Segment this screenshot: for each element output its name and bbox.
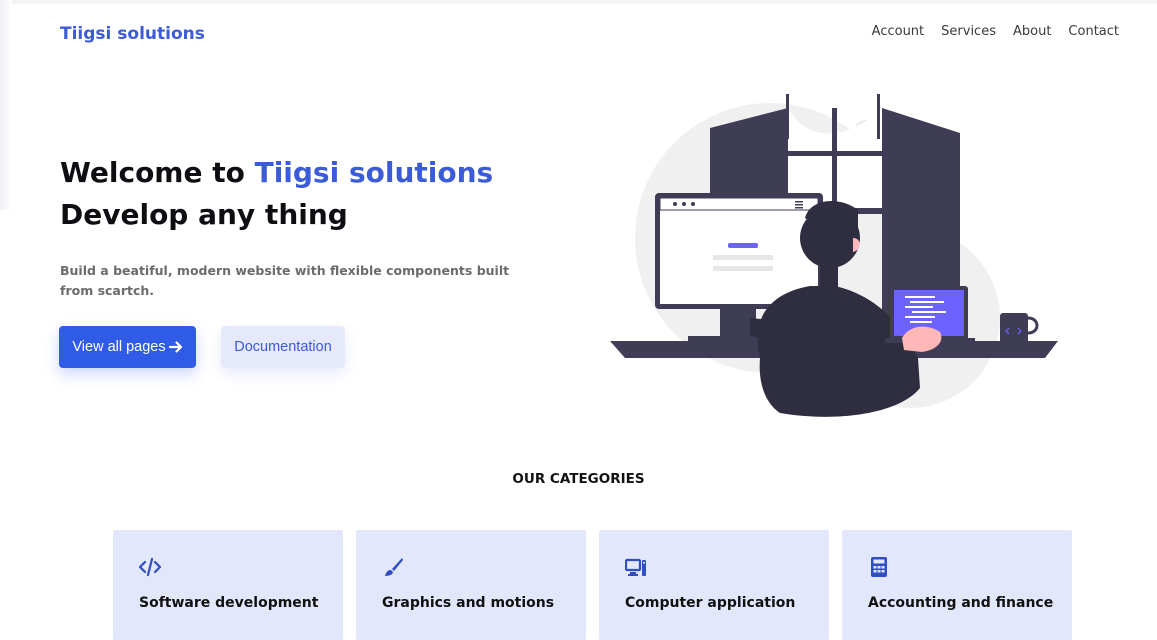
menu-line-1 <box>795 201 803 203</box>
category-card-graphics-and-motions[interactable]: Graphics and motions <box>356 530 586 640</box>
coffee-mug-handle <box>1027 316 1039 335</box>
category-label: Accounting and finance <box>868 595 1054 611</box>
category-card-accounting-and-finance[interactable]: Accounting and finance <box>842 530 1072 640</box>
window-rod-left <box>786 94 789 139</box>
laptop-code-5 <box>905 316 935 318</box>
category-label: Computer application <box>625 595 796 611</box>
calculator-icon <box>871 557 887 577</box>
coffee-mug <box>1000 313 1028 346</box>
left-edge-shadow <box>0 0 12 210</box>
documentation-button[interactable]: Documentation <box>221 326 345 368</box>
hero-illustration <box>610 94 1058 417</box>
laptop-code-1 <box>905 296 935 298</box>
window-dot-3 <box>691 202 695 206</box>
screen-line-2 <box>713 266 773 271</box>
view-all-pages-button[interactable]: View all pages <box>59 326 196 368</box>
top-border <box>0 0 1157 4</box>
monitor-screen <box>660 198 818 304</box>
nav-link-contact[interactable]: Contact <box>1068 24 1119 39</box>
category-label: Software development <box>139 595 319 611</box>
nav-link-account[interactable]: Account <box>872 24 925 39</box>
window-rod-right <box>877 94 880 139</box>
window-dot-2 <box>682 202 686 206</box>
screen-line-1 <box>713 255 773 260</box>
nav-link-services[interactable]: Services <box>941 24 996 39</box>
laptop-code-6 <box>910 321 932 323</box>
hero-subtitle: Build a beatiful, modern website with fl… <box>60 263 510 298</box>
hero-title-accent: Tiigsi solutions <box>254 156 494 189</box>
hero-title-line2: Develop any thing <box>60 198 348 231</box>
menu-line-3 <box>795 207 803 209</box>
categories-list: Software development Graphics and motion… <box>113 530 1072 640</box>
brand-logo[interactable]: Tiigsi solutions <box>60 24 205 44</box>
category-card-computer-application[interactable]: Computer application <box>599 530 829 640</box>
laptop-code-2 <box>910 301 944 303</box>
arrow-right-icon <box>168 341 182 353</box>
nav-link-about[interactable]: About <box>1013 24 1051 39</box>
code-icon <box>139 557 161 577</box>
category-label: Graphics and motions <box>382 595 555 611</box>
main-nav: Account Services About Contact <box>872 24 1119 39</box>
laptop-code-3 <box>905 306 933 308</box>
desktop-computer-icon <box>625 558 646 576</box>
laptop-code-4 <box>912 311 946 313</box>
menu-line-2 <box>795 204 803 206</box>
hero-title: Welcome to Tiigsi solutions Develop any … <box>60 152 493 236</box>
screen-accent-bar <box>728 243 758 248</box>
window-dot-1 <box>673 202 677 206</box>
person-neck <box>820 266 838 288</box>
hero-title-prefix: Welcome to <box>60 156 255 189</box>
paintbrush-icon <box>385 558 403 576</box>
view-all-pages-label: View all pages <box>72 339 166 355</box>
category-card-software-development[interactable]: Software development <box>113 530 343 640</box>
categories-heading: OUR CATEGORIES <box>512 471 645 487</box>
